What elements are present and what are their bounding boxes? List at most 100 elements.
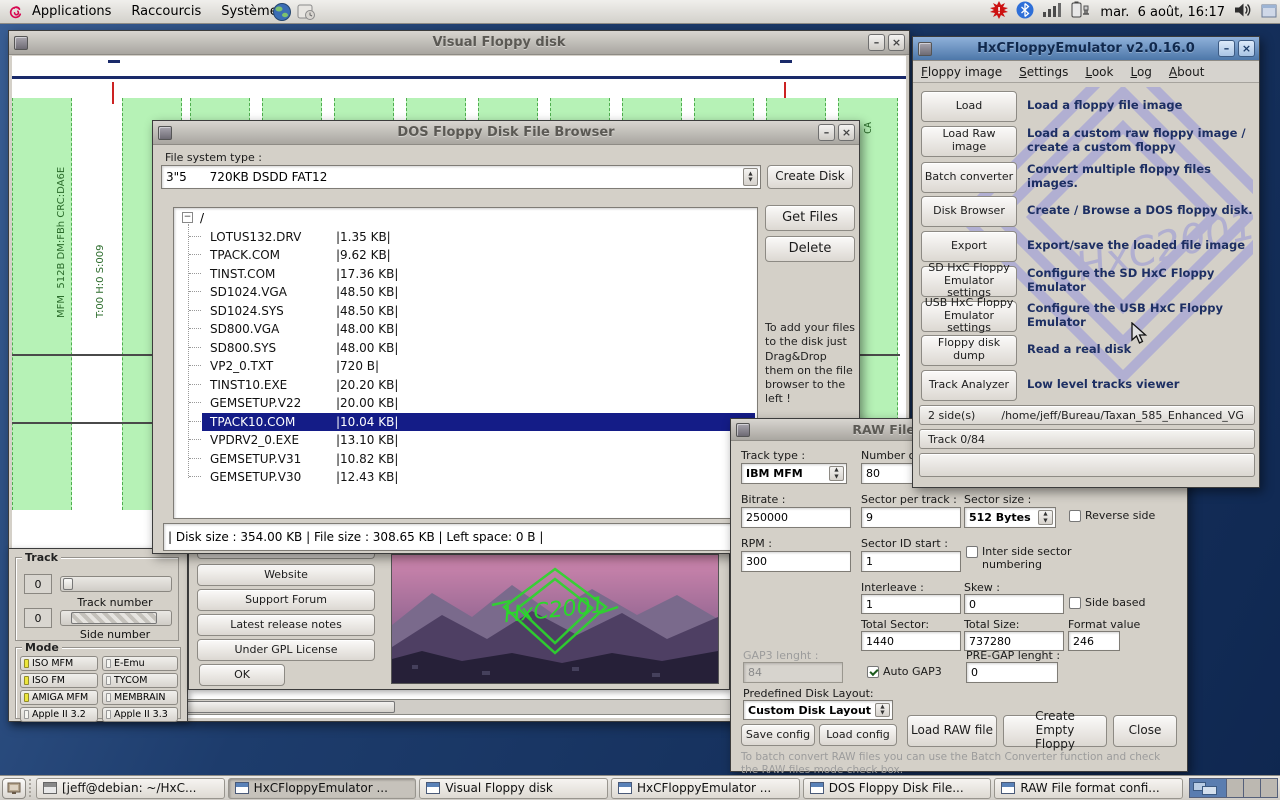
- network-signal-icon[interactable]: [1042, 2, 1062, 22]
- mode-button-iso-mfm[interactable]: ISO MFM: [20, 656, 98, 671]
- track-type-combo[interactable]: IBM MFM▲▼: [741, 463, 847, 484]
- sector-size-combo[interactable]: 512 Bytes▲▼: [964, 507, 1056, 528]
- predefined-layout-combo[interactable]: Custom Disk Layout▲▼: [743, 700, 893, 720]
- track-analyzer-button[interactable]: Track Analyzer: [921, 370, 1017, 401]
- file-row[interactable]: VP2_0.TXT|720 B|: [202, 357, 755, 375]
- workspace-2[interactable]: [1226, 779, 1243, 797]
- website-button[interactable]: Website: [197, 564, 375, 586]
- auto-gap3-checkbox[interactable]: Auto GAP3: [867, 665, 942, 678]
- disk-browser-button[interactable]: Disk Browser: [921, 196, 1017, 227]
- file-row[interactable]: TINST.COM|17.36 KB|: [202, 265, 755, 283]
- file-row[interactable]: SD1024.VGA|48.50 KB|: [202, 283, 755, 301]
- combo-spinner-icon[interactable]: ▲▼: [1038, 510, 1053, 525]
- file-browser-titlebar[interactable]: DOS Floppy Disk File Browser – ×: [153, 121, 859, 145]
- file-row[interactable]: SD800.VGA|48.00 KB|: [202, 320, 755, 338]
- menu-look[interactable]: Look: [1085, 65, 1113, 79]
- task-hxc-emulator-2[interactable]: HxCFloppyEmulator ...: [611, 778, 800, 799]
- support-forum-button[interactable]: Support Forum: [197, 589, 375, 611]
- rpm-input[interactable]: 300: [741, 551, 851, 572]
- file-tree[interactable]: − / LOTUS132.DRV|1.35 KB| TPACK.COM|9.62…: [173, 207, 758, 519]
- mode-button-amiga-mfm[interactable]: AMIGA MFM: [20, 690, 98, 705]
- load-raw-file-button[interactable]: Load RAW file: [907, 715, 997, 747]
- close-button[interactable]: ×: [838, 124, 855, 141]
- debian-logo-icon[interactable]: [6, 3, 24, 21]
- side-number-slider[interactable]: [60, 610, 172, 626]
- browser-launcher-icon[interactable]: [272, 2, 292, 22]
- interleave-input[interactable]: 1: [861, 594, 961, 614]
- minimize-button[interactable]: –: [868, 34, 885, 51]
- get-files-button[interactable]: Get Files: [765, 205, 855, 231]
- menu-settings[interactable]: Settings: [1019, 65, 1068, 79]
- bluetooth-icon[interactable]: [1016, 1, 1034, 23]
- slider-thumb[interactable]: [63, 578, 73, 590]
- menu-log[interactable]: Log: [1130, 65, 1151, 79]
- usb-hxc-settings-button[interactable]: USB HxC Floppy Emulator settings: [921, 301, 1017, 332]
- sector-per-track-input[interactable]: 9: [861, 507, 961, 528]
- mode-button-iso-fm[interactable]: ISO FM: [20, 673, 98, 688]
- minimize-button[interactable]: –: [1218, 40, 1235, 57]
- file-row[interactable]: VPDRV2_0.EXE|13.10 KB|: [202, 431, 755, 449]
- menu-floppy-image[interactable]: Floppy image: [921, 65, 1002, 79]
- gpl-license-button[interactable]: Under GPL License: [197, 639, 375, 661]
- file-row[interactable]: SD1024.SYS|48.50 KB|: [202, 302, 755, 320]
- total-size-input[interactable]: 737280: [964, 631, 1064, 651]
- notes-launcher-icon[interactable]: [296, 2, 316, 22]
- file-row[interactable]: LOTUS132.DRV|1.35 KB|: [202, 228, 755, 246]
- menu-raccourcis[interactable]: Raccourcis: [121, 0, 211, 23]
- combo-spinner-icon[interactable]: ▲▼: [875, 703, 890, 717]
- task-raw-config[interactable]: RAW File format confi...: [994, 778, 1183, 799]
- file-row[interactable]: GEMSETUP.V31|10.82 KB|: [202, 450, 755, 468]
- batch-converter-button[interactable]: Batch converter: [921, 162, 1017, 193]
- tray-window-icon[interactable]: [1261, 3, 1277, 22]
- close-button[interactable]: Close: [1113, 715, 1177, 747]
- close-button[interactable]: ×: [1238, 40, 1255, 57]
- load-button[interactable]: Load: [921, 91, 1017, 122]
- combo-spinner-icon[interactable]: ▲▼: [829, 466, 844, 481]
- workspace-3[interactable]: [1243, 779, 1260, 797]
- fs-type-combo[interactable]: 3"5 720KB DSDD FAT12 ▲▼: [161, 165, 761, 189]
- delete-button[interactable]: Delete: [765, 236, 855, 262]
- release-notes-button[interactable]: Latest release notes: [197, 614, 375, 636]
- bitrate-input[interactable]: 250000: [741, 507, 851, 528]
- workspace-4[interactable]: [1260, 779, 1277, 797]
- skew-input[interactable]: 0: [964, 594, 1064, 614]
- panel-clock[interactable]: mar. 6 août, 16:17: [1100, 5, 1225, 20]
- close-button[interactable]: ×: [888, 34, 905, 51]
- total-sector-input[interactable]: 1440: [861, 631, 961, 651]
- side-based-checkbox[interactable]: Side based: [1069, 596, 1146, 609]
- menu-applications[interactable]: Applications: [22, 0, 121, 23]
- volume-icon[interactable]: [1233, 1, 1253, 23]
- checkbox-icon[interactable]: [966, 546, 978, 558]
- tree-root[interactable]: /: [200, 211, 204, 225]
- slider-thumb[interactable]: [71, 612, 157, 624]
- track-number-slider[interactable]: [60, 576, 172, 592]
- format-value-input[interactable]: 246: [1068, 631, 1120, 651]
- export-button[interactable]: Export: [921, 231, 1017, 262]
- save-config-button[interactable]: Save config: [741, 724, 815, 746]
- mode-button-apple-ii-32[interactable]: Apple II 3.2: [20, 707, 98, 722]
- minimize-button[interactable]: –: [818, 124, 835, 141]
- show-desktop-button[interactable]: [2, 778, 26, 799]
- ok-button[interactable]: OK: [199, 664, 285, 686]
- reverse-side-checkbox[interactable]: Reverse side: [1069, 509, 1155, 522]
- floppy-disk-dump-button[interactable]: Floppy disk dump: [921, 335, 1017, 366]
- pregap-input[interactable]: 0: [966, 662, 1058, 683]
- task-hxc-emulator[interactable]: HxCFloppyEmulator ...: [228, 778, 417, 799]
- task-visual-floppy[interactable]: Visual Floppy disk: [419, 778, 608, 799]
- workspace-switcher[interactable]: [1189, 778, 1278, 798]
- battery-icon[interactable]: [1070, 1, 1092, 23]
- mode-button-membrain[interactable]: MEMBRAIN: [102, 690, 178, 705]
- task-dos-file-browser[interactable]: DOS Floppy Disk File...: [803, 778, 992, 799]
- checkbox-checked-icon[interactable]: [867, 666, 879, 678]
- file-row[interactable]: TPACK.COM|9.62 KB|: [202, 246, 755, 264]
- sector-id-start-input[interactable]: 1: [861, 551, 961, 572]
- task-terminal[interactable]: [jeff@debian: ~/HxC...: [36, 778, 225, 799]
- hxc-titlebar[interactable]: HxCFloppyEmulator v2.0.16.0 – ×: [913, 37, 1259, 61]
- workspace-1[interactable]: [1190, 779, 1226, 797]
- create-disk-button[interactable]: Create Disk: [767, 165, 853, 189]
- mode-button-tycom[interactable]: TYCOM: [102, 673, 178, 688]
- sd-hxc-settings-button[interactable]: SD HxC Floppy Emulator settings: [921, 266, 1017, 297]
- inter-side-checkbox[interactable]: Inter side sector numbering: [966, 545, 1096, 571]
- combo-spinner-icon[interactable]: ▲▼: [743, 168, 758, 186]
- mode-button-e-emu[interactable]: E-Emu: [102, 656, 178, 671]
